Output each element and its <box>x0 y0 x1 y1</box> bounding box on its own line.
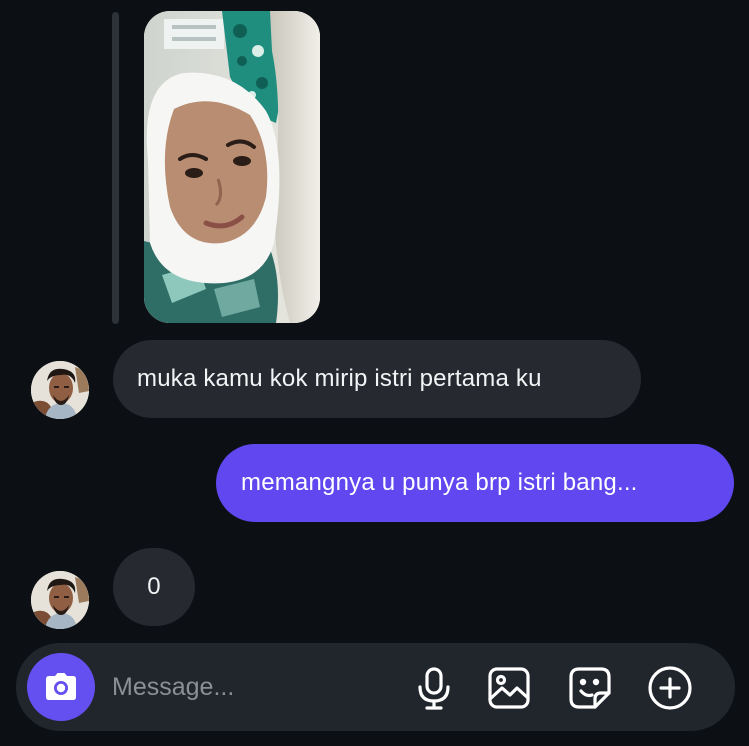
camera-button[interactable] <box>27 653 95 721</box>
reply-thread-line <box>112 12 119 324</box>
sender-avatar[interactable] <box>31 571 89 629</box>
message-composer <box>16 643 735 731</box>
more-options-button[interactable] <box>647 665 693 711</box>
sticker-icon <box>569 667 611 709</box>
message-input[interactable] <box>112 663 392 711</box>
message-text: memangnya u punya brp istri bang... <box>241 469 638 496</box>
sticker-button[interactable] <box>567 665 613 711</box>
message-text: muka kamu kok mirip istri pertama ku <box>137 365 542 392</box>
photo-message[interactable] <box>144 11 320 323</box>
gallery-button[interactable] <box>486 665 532 711</box>
incoming-message-bubble[interactable]: muka kamu kok mirip istri pertama ku <box>113 340 641 418</box>
plus-circle-icon <box>648 666 692 710</box>
microphone-icon <box>418 667 450 710</box>
voice-message-button[interactable] <box>411 665 457 711</box>
gallery-icon <box>488 667 530 709</box>
incoming-message-bubble[interactable]: 0 <box>113 548 195 626</box>
sender-avatar[interactable] <box>31 361 89 419</box>
outgoing-message-bubble[interactable]: memangnya u punya brp istri bang... <box>216 444 734 522</box>
camera-icon <box>46 673 76 700</box>
message-text: 0 <box>147 573 161 600</box>
